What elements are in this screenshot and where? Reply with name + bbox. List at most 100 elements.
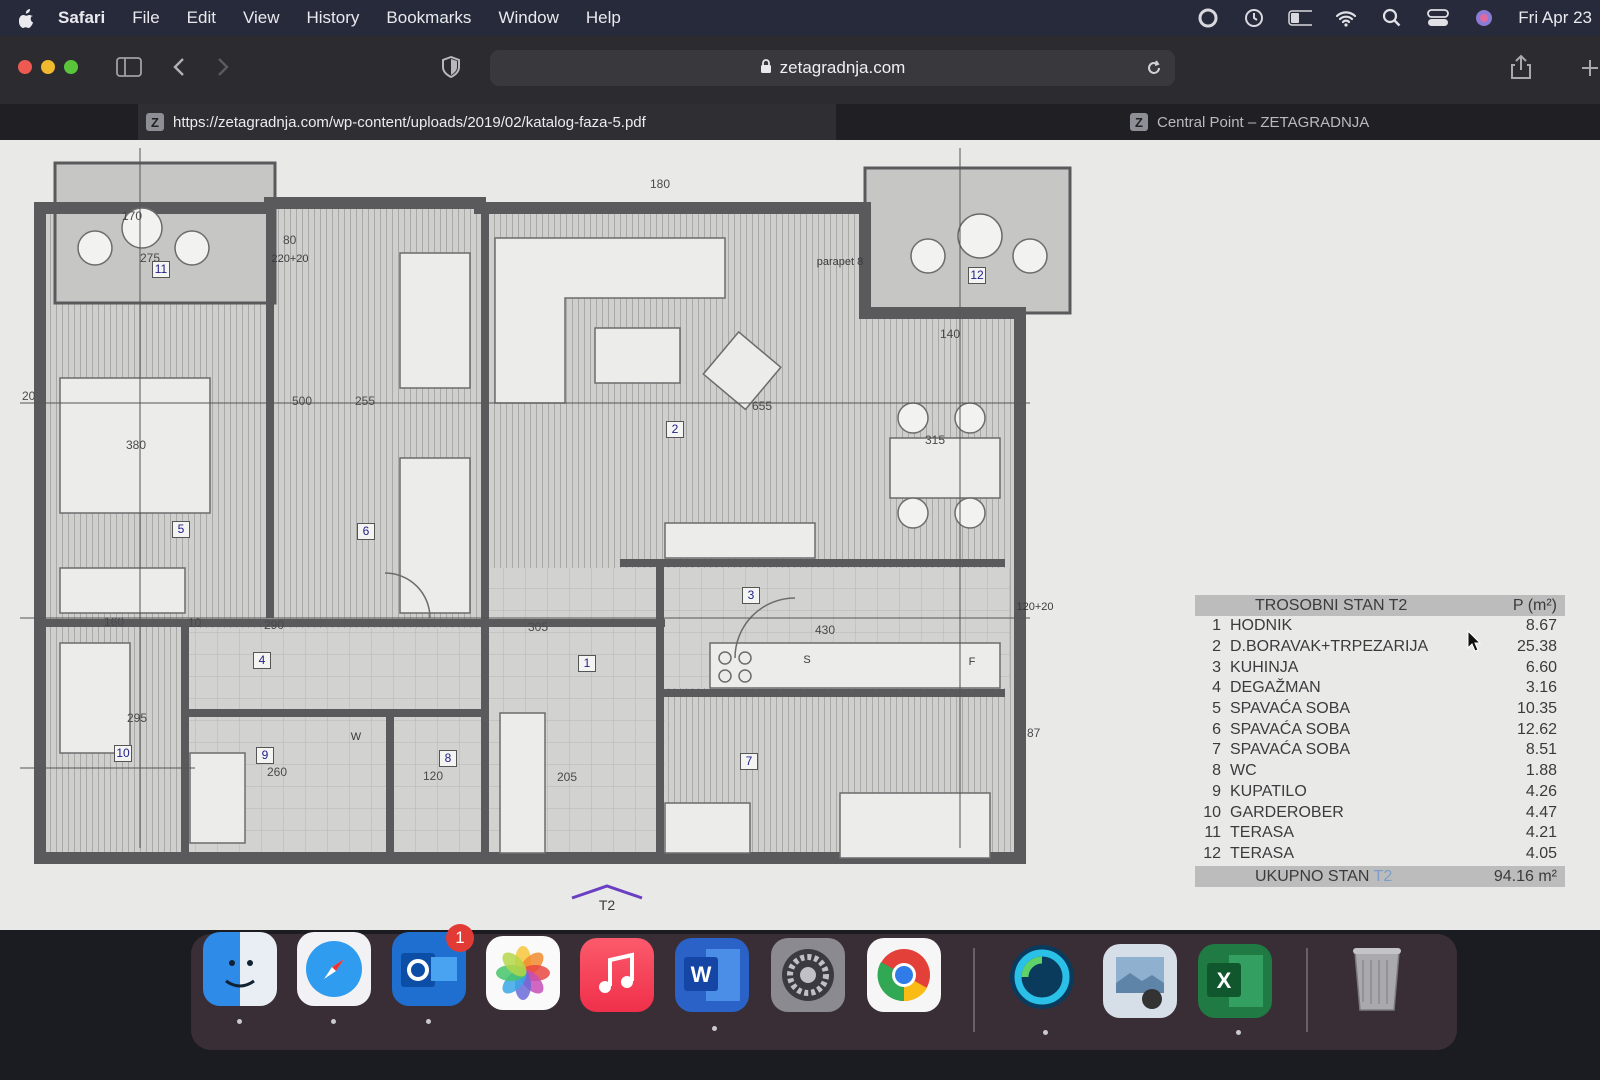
area-cell-value: 4.05	[1525, 844, 1557, 862]
room-number-label: 10	[114, 745, 132, 762]
dimension-label: 255	[355, 394, 375, 408]
plan-label: parapet 8	[817, 256, 863, 268]
dock-separator	[973, 948, 975, 1032]
tab-bar: Z https://zetagradnja.com/wp-content/upl…	[0, 104, 1600, 140]
spotlight-search-icon[interactable]	[1380, 7, 1404, 29]
tab-central-point[interactable]: Z Central Point – ZETAGRADNJA	[1130, 104, 1369, 140]
minimize-window-button[interactable]	[41, 60, 55, 74]
safari-dock-icon[interactable]	[297, 932, 371, 1006]
time-machine-icon[interactable]	[1242, 7, 1266, 29]
preview-icon[interactable]	[1103, 944, 1177, 1018]
dimension-label: 290	[264, 618, 284, 632]
system-preferences-icon[interactable]	[771, 938, 845, 1012]
area-table-unit-header: P (m²)	[1512, 596, 1557, 614]
sidebar-toggle-icon[interactable]	[116, 56, 142, 83]
dimension-label: 140	[940, 327, 960, 341]
menu-window[interactable]: Window	[498, 8, 558, 28]
area-table-row: 2 D.BORAVAK+TRPEZARIJA 25.38	[1195, 637, 1565, 658]
room-number-label: 6	[357, 523, 375, 540]
plan-label: 220+20	[271, 253, 308, 265]
menu-edit[interactable]: Edit	[187, 8, 216, 28]
total-value: 94.16 m²	[1493, 867, 1557, 885]
area-cell-n: 8	[1212, 762, 1221, 780]
area-cell-value: 8.67	[1525, 617, 1557, 635]
tab-pdf[interactable]: Z https://zetagradnja.com/wp-content/upl…	[138, 104, 836, 140]
reload-icon[interactable]	[1145, 59, 1163, 82]
dimension-label: 315	[925, 433, 945, 447]
share-icon[interactable]	[1510, 54, 1532, 85]
menu-history[interactable]: History	[307, 8, 360, 28]
siri-icon[interactable]	[1472, 7, 1496, 29]
pdf-page: 275 380 500 255 655 315 290 305 430 295 260 120 205 1…	[0, 140, 1600, 930]
finder-icon[interactable]	[203, 932, 277, 1006]
privacy-shield-icon[interactable]	[441, 55, 461, 83]
area-table-row: 9 KUPATILO 4.26	[1195, 782, 1565, 803]
dock-running-indicator	[1043, 1030, 1048, 1035]
control-center-icon[interactable]	[1426, 7, 1450, 29]
area-cell-name: SPAVAĆA SOBA	[1230, 700, 1351, 718]
menu-bookmarks[interactable]: Bookmarks	[386, 8, 471, 28]
word-icon[interactable]: W	[675, 938, 749, 1012]
tab-favicon: Z	[146, 113, 164, 131]
room-number-label: 5	[172, 521, 190, 538]
tab-title: Central Point – ZETAGRADNJA	[1157, 113, 1370, 131]
room-number-label: 8	[439, 750, 457, 767]
address-text: zetagradnja.com	[779, 58, 906, 77]
floor-plan: 275380500 255 655315290 305 430295260 120 2051…	[20, 148, 1072, 913]
photos-icon[interactable]	[486, 936, 560, 1010]
svg-text:W: W	[691, 962, 712, 987]
menu-extras: Fri Apr 23	[1196, 0, 1600, 36]
area-cell-name: SPAVAĆA SOBA	[1230, 720, 1351, 738]
area-table-header: TROSOBNI STAN T2 P (m²)	[1195, 595, 1565, 616]
apple-menu-icon[interactable]	[18, 8, 36, 28]
area-cell-value: 25.38	[1516, 638, 1557, 656]
zoom-window-button[interactable]	[64, 60, 78, 74]
menu-view[interactable]: View	[243, 8, 280, 28]
close-window-button[interactable]	[18, 60, 32, 74]
menu-app-name[interactable]: Safari	[58, 8, 105, 28]
excel-icon[interactable]: X	[1198, 944, 1272, 1018]
mouse-cursor-icon	[1467, 629, 1482, 657]
area-cell-value: 4.21	[1525, 824, 1557, 842]
music-icon[interactable]	[580, 938, 654, 1012]
area-table-row: 8 WC 1.88	[1195, 761, 1565, 782]
plan-label: T2	[599, 897, 616, 913]
battery-icon[interactable]	[1288, 7, 1313, 29]
room-number-label: 2	[666, 421, 684, 438]
dimension-label: 205	[557, 770, 577, 784]
room-number-label: 12	[968, 267, 986, 284]
area-cell-name: DEGAŽMAN	[1230, 679, 1321, 697]
room-number-label: 7	[740, 753, 758, 770]
back-icon[interactable]	[171, 56, 187, 83]
tab-title: https://zetagradnja.com/wp-content/uploa…	[173, 113, 646, 131]
area-cell-n: 4	[1212, 679, 1221, 697]
dock-running-indicator	[712, 1026, 717, 1031]
area-cell-name: HODNIK	[1230, 617, 1293, 635]
total-unit: T2	[1373, 867, 1393, 885]
dimension-label: 500	[292, 394, 312, 408]
forward-icon[interactable]	[215, 56, 231, 83]
area-cell-name: TERASA	[1230, 844, 1295, 862]
menu-file[interactable]: File	[132, 8, 159, 28]
dimension-label: 295	[127, 711, 147, 725]
address-bar[interactable]: zetagradnja.com	[490, 50, 1175, 86]
browser-toolbar: zetagradnja.com	[0, 36, 1600, 104]
webex-icon[interactable]	[1005, 940, 1079, 1014]
area-cell-n: 9	[1212, 782, 1221, 800]
area-cell-n: 2	[1212, 638, 1221, 656]
menu-help[interactable]: Help	[586, 8, 621, 28]
room-number-label: 9	[256, 747, 274, 764]
svg-text:X: X	[1217, 968, 1232, 993]
dock-running-indicator	[1236, 1030, 1241, 1035]
webex-status-icon[interactable]	[1196, 7, 1220, 29]
wifi-icon[interactable]	[1334, 7, 1358, 29]
new-tab-icon[interactable]	[1580, 58, 1600, 83]
room-number-label: 1	[578, 655, 596, 672]
area-cell-n: 3	[1212, 658, 1221, 676]
menu-clock[interactable]: Fri Apr 23	[1518, 8, 1592, 28]
area-table-rows: 1 HODNIK 8.67 2 D.BORAVAK+TRPEZARIJA 25.38 3 KU…	[1195, 616, 1565, 864]
trash-icon[interactable]	[1340, 940, 1414, 1014]
chrome-icon[interactable]	[867, 938, 941, 1012]
dimension-label: 10	[188, 616, 202, 630]
area-table-row: 5 SPAVAĆA SOBA 10.35	[1195, 699, 1565, 720]
